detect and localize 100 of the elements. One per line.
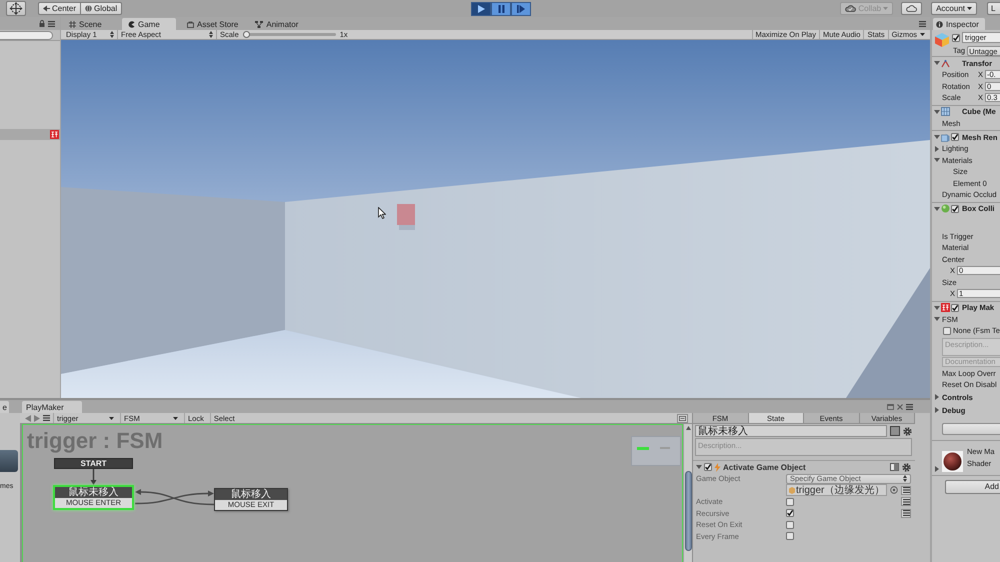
minimap-state-marker	[660, 447, 670, 449]
action-title: Activate Game Object	[723, 462, 806, 472]
caret-icon	[173, 416, 178, 420]
checkbox[interactable]	[943, 326, 951, 335]
gear-icon	[902, 462, 911, 472]
checkbox[interactable]	[786, 498, 794, 506]
panel-tab[interactable]: Game	[122, 18, 176, 30]
foldout-icon[interactable]	[934, 146, 940, 152]
close-icon[interactable]	[897, 404, 903, 410]
play-button[interactable]	[471, 2, 491, 16]
info-icon	[936, 20, 943, 28]
shopping-bag-icon	[187, 20, 194, 28]
panel-icon	[679, 416, 686, 420]
play-icon	[478, 4, 484, 12]
pivot-mode-button[interactable]: Center	[38, 2, 82, 15]
panel-toggle-button[interactable]	[677, 414, 688, 422]
menu-icon	[902, 487, 910, 494]
lock-icon	[39, 20, 45, 27]
foldout-icon[interactable]	[934, 134, 940, 140]
caret-icon	[109, 416, 114, 420]
layers-button[interactable]: L	[987, 2, 1000, 15]
checkbox[interactable]	[952, 34, 960, 42]
account-button[interactable]: Account	[931, 2, 977, 15]
foldout-icon[interactable]	[934, 108, 940, 114]
checkbox[interactable]	[704, 463, 712, 471]
start-node[interactable]: START	[54, 458, 133, 469]
playmaker-tab[interactable]: PlayMaker	[22, 401, 82, 413]
variable-button[interactable]	[901, 497, 911, 506]
checkbox[interactable]	[786, 509, 794, 518]
cube-icon	[934, 32, 950, 48]
add-component-button[interactable]: Add	[945, 480, 1000, 494]
up-down-arrows-icon	[903, 475, 907, 482]
step-button[interactable]	[511, 2, 531, 16]
cloud-icon	[906, 5, 918, 12]
caret-icon	[920, 33, 925, 36]
hierarchy-row[interactable]	[0, 129, 60, 140]
object-icon	[789, 486, 795, 494]
cloud-check-icon	[845, 5, 856, 12]
variable-button[interactable]	[901, 486, 911, 495]
foldout-icon[interactable]	[934, 60, 940, 66]
menu-icon	[906, 404, 913, 410]
scroll-up-icon[interactable]	[686, 426, 690, 430]
mesh-grid-icon	[941, 107, 950, 116]
collider-ball-icon	[941, 204, 950, 213]
transform-tool-button[interactable]	[6, 1, 26, 16]
panel-tab[interactable]: Asset Store	[181, 18, 244, 30]
menu-icon	[902, 498, 910, 505]
panel-tab[interactable]: Animator	[249, 18, 304, 30]
search-field[interactable]	[0, 30, 53, 40]
pause-icon	[498, 4, 504, 12]
panel-tab[interactable]: e	[0, 401, 9, 413]
help-box-icon	[890, 463, 899, 471]
maximize-icon[interactable]	[887, 404, 894, 410]
pivot-icon	[43, 5, 50, 12]
step-icon	[517, 4, 525, 12]
object-field[interactable]: trigger（边缘发光）	[786, 484, 887, 496]
panel-tab[interactable]: Scene	[63, 18, 117, 30]
checkbox[interactable]	[951, 204, 959, 212]
back-arrow-icon[interactable]	[25, 414, 31, 422]
foldout-icon[interactable]	[934, 466, 940, 472]
menu-icon	[43, 415, 50, 421]
foldout-icon[interactable]	[934, 206, 940, 212]
foldout-icon[interactable]	[934, 157, 940, 164]
foldout-icon[interactable]	[934, 316, 940, 322]
mesh-renderer-icon	[941, 132, 950, 142]
transform-gizmo-icon	[9, 2, 23, 15]
cloud-button[interactable]	[901, 2, 922, 15]
menu-icon	[919, 20, 926, 26]
checkbox[interactable]	[786, 532, 794, 540]
fsm-badge-icon	[941, 303, 950, 312]
checkbox[interactable]	[786, 520, 794, 529]
scale-slider-track[interactable]	[242, 33, 336, 36]
asset-thumbnail[interactable]	[0, 450, 18, 472]
pause-button[interactable]	[491, 2, 511, 16]
scrollbar-thumb[interactable]	[684, 471, 692, 551]
transform-axes-icon	[941, 58, 950, 68]
node-dots-icon	[255, 20, 264, 28]
mouse-pointer-icon	[378, 207, 386, 219]
state-name-field[interactable]: 鼠标未移入	[695, 425, 887, 437]
transition-arrow	[90, 469, 96, 485]
foldout-icon[interactable]	[934, 304, 940, 310]
foldout-icon[interactable]	[934, 407, 940, 413]
checkbox[interactable]	[951, 304, 959, 312]
slider-thumb[interactable]	[242, 31, 250, 38]
foldout-icon[interactable]	[696, 464, 702, 470]
minimap-state-marker	[637, 447, 649, 450]
pivot-rotation-button[interactable]: Global	[81, 2, 122, 15]
forward-arrow-icon[interactable]	[34, 414, 40, 422]
blank-button[interactable]	[942, 422, 1000, 434]
inspector-tab[interactable]: Inspector	[933, 18, 985, 30]
gear-icon	[903, 426, 912, 436]
color-swatch-icon[interactable]	[890, 426, 900, 436]
fsm-badge-icon	[50, 130, 59, 139]
globe-icon	[85, 5, 92, 12]
checkbox[interactable]	[951, 133, 959, 141]
target-icon[interactable]	[890, 486, 898, 494]
menu-icon	[48, 20, 55, 26]
foldout-icon[interactable]	[934, 394, 940, 400]
variable-button[interactable]	[901, 508, 911, 518]
lightning-icon	[714, 462, 721, 472]
